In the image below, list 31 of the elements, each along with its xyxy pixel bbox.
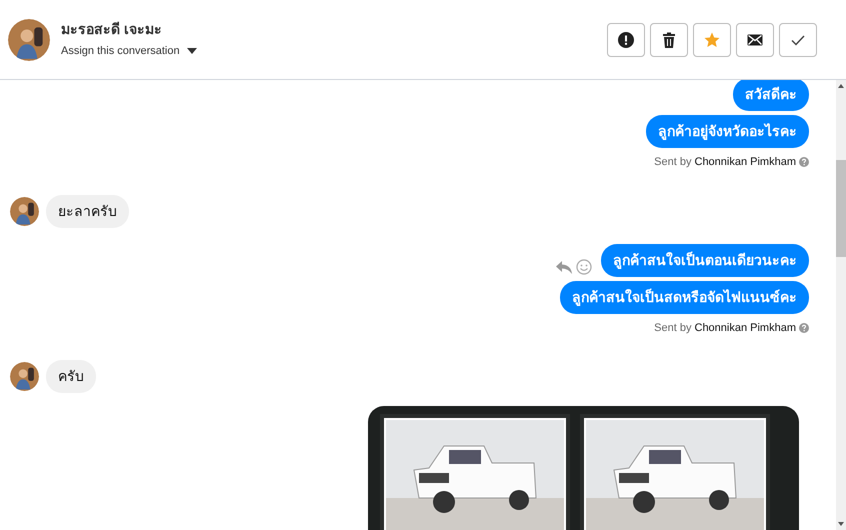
- scroll-up-icon[interactable]: [838, 84, 844, 88]
- report-button[interactable]: [607, 22, 645, 56]
- sent-by-label: Sent by Chonnikan Pimkham: [654, 320, 796, 336]
- message-bubble: ยะลาครับ: [46, 194, 129, 228]
- done-button[interactable]: [779, 22, 817, 56]
- star-icon: [704, 32, 720, 48]
- scrollbar-thumb[interactable]: [836, 160, 846, 257]
- mail-button[interactable]: [736, 22, 774, 56]
- assign-dropdown[interactable]: Assign this conversation: [61, 42, 197, 60]
- delete-button[interactable]: [650, 22, 688, 56]
- sender-avatar: [10, 362, 39, 391]
- reply-icon[interactable]: [556, 260, 572, 274]
- envelope-icon: [747, 32, 763, 48]
- star-button[interactable]: [693, 22, 731, 56]
- message-bubble: ลูกค้าอยู่จังหวัดอะไรคะ: [646, 115, 809, 148]
- sent-by-label: Sent by Chonnikan Pimkham: [654, 155, 796, 170]
- sender-avatar: [10, 196, 39, 226]
- help-icon[interactable]: [799, 322, 809, 333]
- help-icon[interactable]: [799, 157, 809, 168]
- message-bubble: ลูกค้าสนใจเป็นตอนเดียวนะคะ: [601, 244, 809, 276]
- caret-icon: [186, 48, 197, 54]
- scrollbar[interactable]: [836, 80, 846, 530]
- contact-name: มะรอสะดี เจะมะ: [61, 20, 163, 38]
- contact-avatar: [8, 18, 50, 60]
- message-bubble: ลูกค้าสนใจเป็นสดหรือจัดไฟแนนซ์คะ: [560, 280, 809, 314]
- message-bubble: สวัสดีคะ: [733, 80, 809, 111]
- message-bubble: ครับ: [46, 360, 96, 393]
- trash-icon: [661, 32, 677, 48]
- report-icon: [618, 32, 634, 48]
- scroll-down-icon[interactable]: [838, 522, 844, 526]
- smiley-icon[interactable]: [576, 259, 592, 275]
